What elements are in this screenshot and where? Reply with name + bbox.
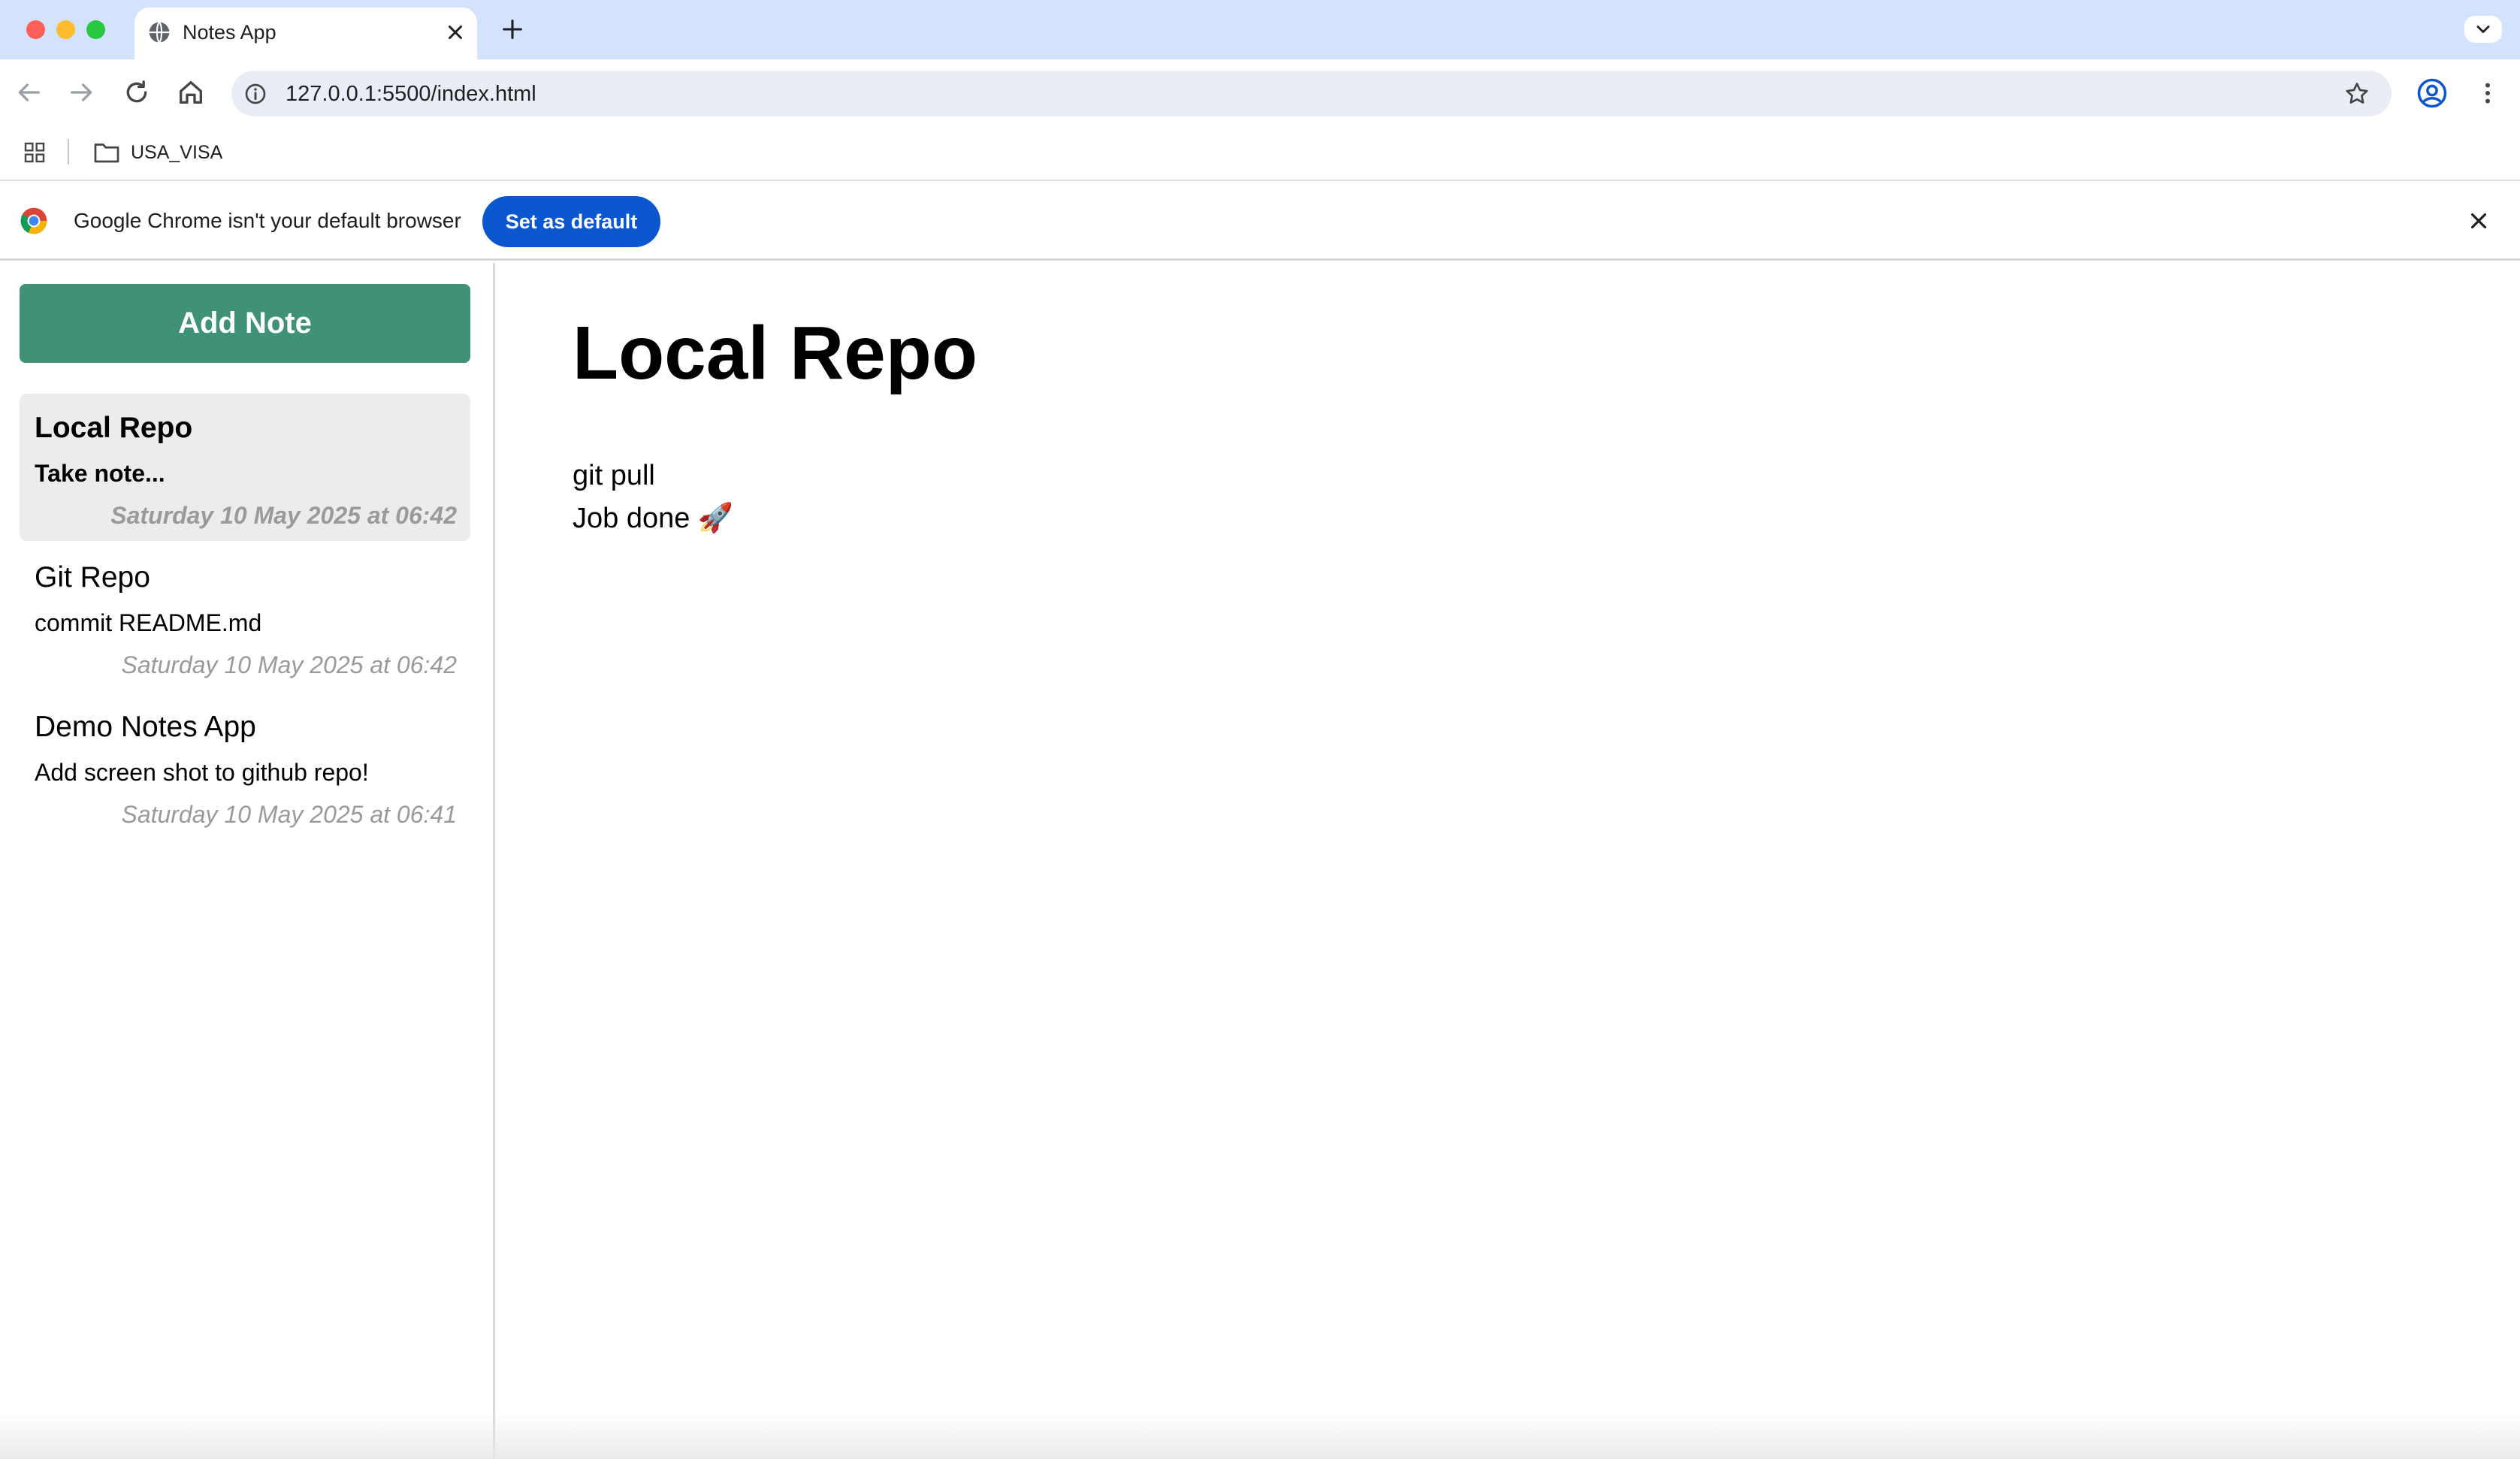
note-item[interactable]: Demo Notes App Add screen shot to github… <box>20 693 470 840</box>
note-heading[interactable]: Local Repo <box>573 308 977 398</box>
minimize-window-button[interactable] <box>56 20 75 39</box>
close-icon[interactable] <box>2466 208 2491 234</box>
url-text[interactable]: 127.0.0.1:5500/index.html <box>286 80 536 108</box>
notes-sidebar: Add Note Local Repo Take note... Saturda… <box>0 263 495 1459</box>
address-bar[interactable]: 127.0.0.1:5500/index.html <box>231 71 2392 116</box>
note-title: Demo Notes App <box>35 711 256 743</box>
profile-icon[interactable] <box>2416 77 2448 109</box>
reload-icon[interactable] <box>122 77 152 107</box>
note-preview: Take note... <box>35 460 165 487</box>
note-body-line: Job done 🚀 <box>573 503 734 534</box>
note-date: Saturday 10 May 2025 at 06:42 <box>110 502 457 529</box>
note-date: Saturday 10 May 2025 at 06:41 <box>121 801 457 828</box>
note-item[interactable]: Git Repo commit README.md Saturday 10 Ma… <box>20 543 470 690</box>
folder-icon <box>94 143 119 163</box>
add-note-button[interactable]: Add Note <box>20 284 470 363</box>
note-date: Saturday 10 May 2025 at 06:42 <box>121 651 457 678</box>
close-window-button[interactable] <box>26 20 45 39</box>
window-bottom-shadow <box>0 1412 2520 1459</box>
chevron-down-icon <box>2476 26 2490 33</box>
note-preview: commit README.md <box>35 609 262 636</box>
back-icon[interactable] <box>14 77 44 107</box>
browser-tab[interactable]: Notes App <box>134 8 477 59</box>
site-info-icon[interactable] <box>243 82 267 106</box>
note-item[interactable]: Local Repo Take note... Saturday 10 May … <box>20 394 470 541</box>
notes-app: Add Note Local Repo Take note... Saturda… <box>0 263 2520 1459</box>
note-body-line: git pull <box>573 460 655 491</box>
note-body[interactable]: git pull Job done 🚀 <box>573 455 733 540</box>
bookmark-folder-label: USA_VISA <box>131 142 223 163</box>
set-as-default-button[interactable]: Set as default <box>482 196 660 247</box>
note-title: Git Repo <box>35 561 150 594</box>
globe-icon <box>149 21 170 44</box>
infobar-message: Google Chrome isn't your default browser <box>74 209 461 232</box>
new-tab-icon[interactable] <box>500 17 525 42</box>
note-editor: Local Repo git pull Job done 🚀 <box>497 263 2520 1459</box>
maximize-window-button[interactable] <box>86 20 105 39</box>
close-tab-icon[interactable] <box>444 21 467 44</box>
forward-icon[interactable] <box>67 77 97 107</box>
chrome-logo-icon <box>20 207 47 234</box>
bookmark-star-icon[interactable] <box>2343 80 2370 107</box>
tab-strip: Notes App <box>0 0 2520 59</box>
bookmarks-bar: USA_VISA <box>0 128 2520 181</box>
apps-grid-icon[interactable] <box>23 140 47 165</box>
default-browser-infobar: Google Chrome isn't your default browser… <box>0 181 2520 261</box>
home-icon[interactable] <box>176 77 206 107</box>
note-title: Local Repo <box>35 412 193 444</box>
note-preview: Add screen shot to github repo! <box>35 759 369 786</box>
browser-toolbar: 127.0.0.1:5500/index.html <box>0 59 2520 128</box>
tab-title: Notes App <box>183 21 276 44</box>
bookmarks-separator <box>68 139 69 165</box>
tab-search-button[interactable] <box>2464 16 2502 43</box>
more-menu-icon[interactable] <box>2474 77 2501 109</box>
